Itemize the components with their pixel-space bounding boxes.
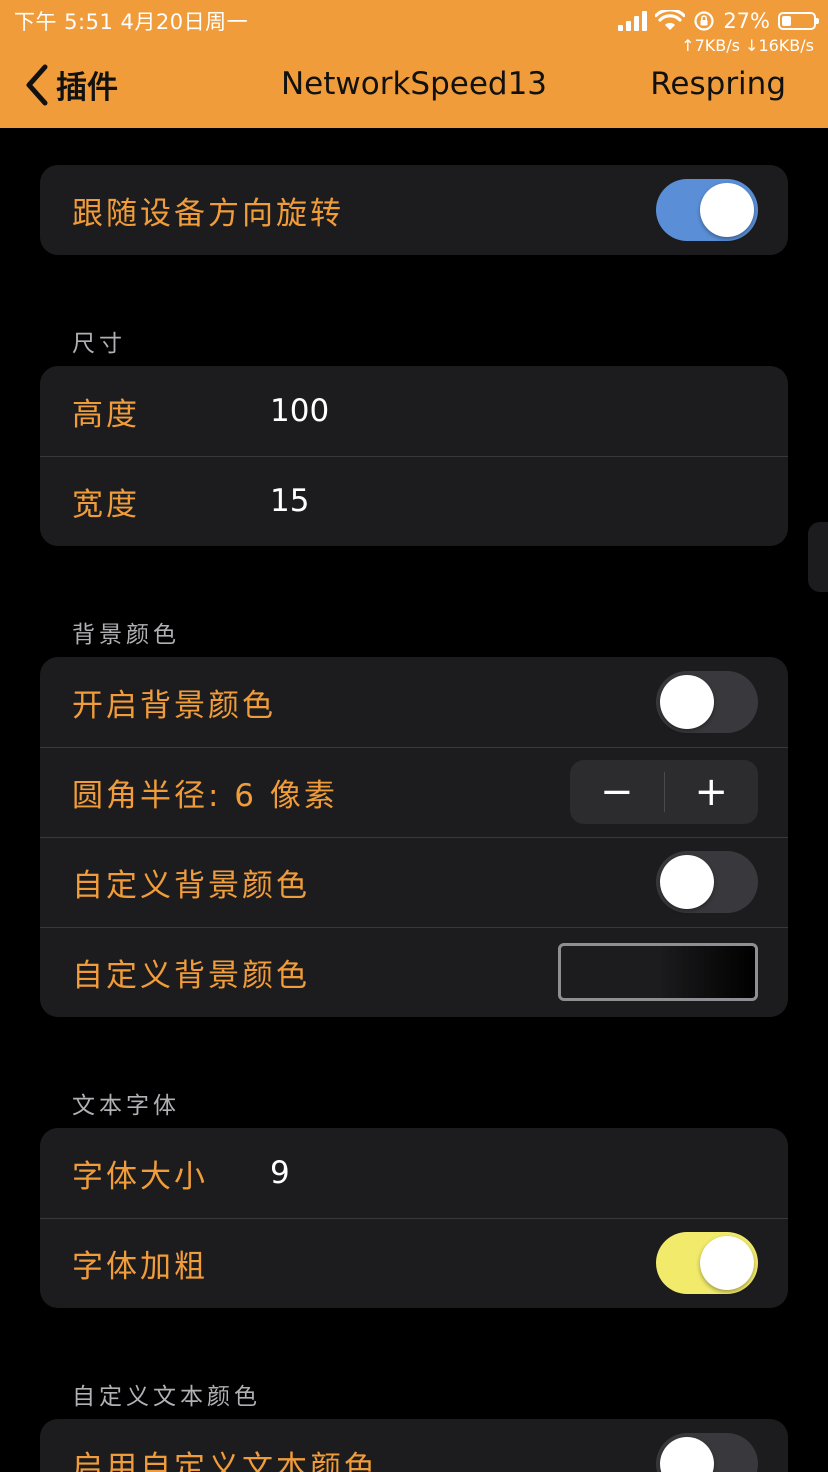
enable-text-color-label: 启用自定义文本颜色 [72, 1449, 378, 1472]
font-size-row[interactable]: 字体大小 9 [40, 1128, 788, 1218]
custom-background-row: 自定义背景颜色 [40, 837, 788, 927]
enable-text-color-toggle[interactable] [656, 1433, 758, 1472]
text-color-group: 启用自定义文本颜色 [40, 1419, 788, 1472]
font-size-value[interactable]: 9 [270, 1155, 290, 1191]
corner-radius-stepper[interactable]: − + [570, 760, 758, 824]
background-section-header: 背景颜色 [72, 622, 180, 648]
font-bold-label: 字体加粗 [72, 1248, 208, 1285]
enable-background-toggle[interactable] [656, 671, 758, 733]
respring-button[interactable]: Respring [650, 66, 786, 102]
cellular-signal-icon [618, 11, 648, 31]
size-section-header: 尺寸 [72, 331, 126, 357]
width-label: 宽度 [72, 486, 140, 523]
width-row[interactable]: 宽度 15 [40, 456, 788, 546]
text-color-section-header: 自定义文本颜色 [72, 1384, 261, 1410]
corner-radius-label: 圆角半径: 6 像素 [72, 777, 338, 814]
enable-background-row: 开启背景颜色 [40, 657, 788, 747]
font-section-header: 文本字体 [72, 1093, 180, 1119]
custom-background-color-label: 自定义背景颜色 [72, 957, 310, 994]
width-value[interactable]: 15 [270, 483, 309, 519]
rotate-toggle[interactable] [656, 179, 758, 241]
size-group: 高度 100 宽度 15 [40, 366, 788, 546]
wifi-icon [655, 10, 686, 30]
custom-background-color-row: 自定义背景颜色 [40, 927, 788, 1017]
navigation-bar: 下午 5:51 4月20日周一 27% ↑7KB/s ↓16KB/s 插件 Ne… [0, 0, 828, 128]
decrement-button[interactable]: − [570, 760, 664, 824]
height-row[interactable]: 高度 100 [40, 366, 788, 456]
enable-background-label: 开启背景颜色 [72, 687, 276, 724]
font-bold-row: 字体加粗 [40, 1218, 788, 1308]
rotate-row: 跟随设备方向旋转 [40, 165, 788, 255]
back-button[interactable]: 插件 [24, 62, 118, 107]
status-time-date: 下午 5:51 4月20日周一 [14, 10, 249, 34]
settings-screen: 下午 5:51 4月20日周一 27% ↑7KB/s ↓16KB/s 插件 Ne… [0, 0, 828, 1472]
font-group: 字体大小 9 字体加粗 [40, 1128, 788, 1308]
custom-background-toggle[interactable] [656, 851, 758, 913]
battery-icon [778, 12, 819, 30]
back-button-label: 插件 [56, 70, 118, 106]
font-size-label: 字体大小 [72, 1158, 208, 1195]
network-speed-readout: ↑7KB/s ↓16KB/s [681, 36, 814, 55]
battery-percent: 27% [723, 9, 770, 33]
chevron-left-icon [26, 64, 48, 105]
increment-button[interactable]: + [665, 760, 759, 824]
status-indicators: 27% [618, 4, 819, 38]
page-title: NetworkSpeed13 [280, 66, 548, 102]
custom-background-label: 自定义背景颜色 [72, 867, 310, 904]
height-value[interactable]: 100 [270, 393, 329, 429]
rotate-label: 跟随设备方向旋转 [72, 195, 344, 232]
rotate-group: 跟随设备方向旋转 [40, 165, 788, 255]
background-group: 开启背景颜色 圆角半径: 6 像素 − + 自定义背景颜色 自定义背景颜色 [40, 657, 788, 1017]
enable-text-color-row: 启用自定义文本颜色 [40, 1419, 788, 1472]
corner-radius-row: 圆角半径: 6 像素 − + [40, 747, 788, 837]
side-drawer-handle[interactable] [808, 522, 828, 592]
rotation-lock-icon [694, 11, 714, 31]
font-bold-toggle[interactable] [656, 1232, 758, 1294]
background-color-well[interactable] [558, 943, 758, 1001]
height-label: 高度 [72, 396, 140, 433]
